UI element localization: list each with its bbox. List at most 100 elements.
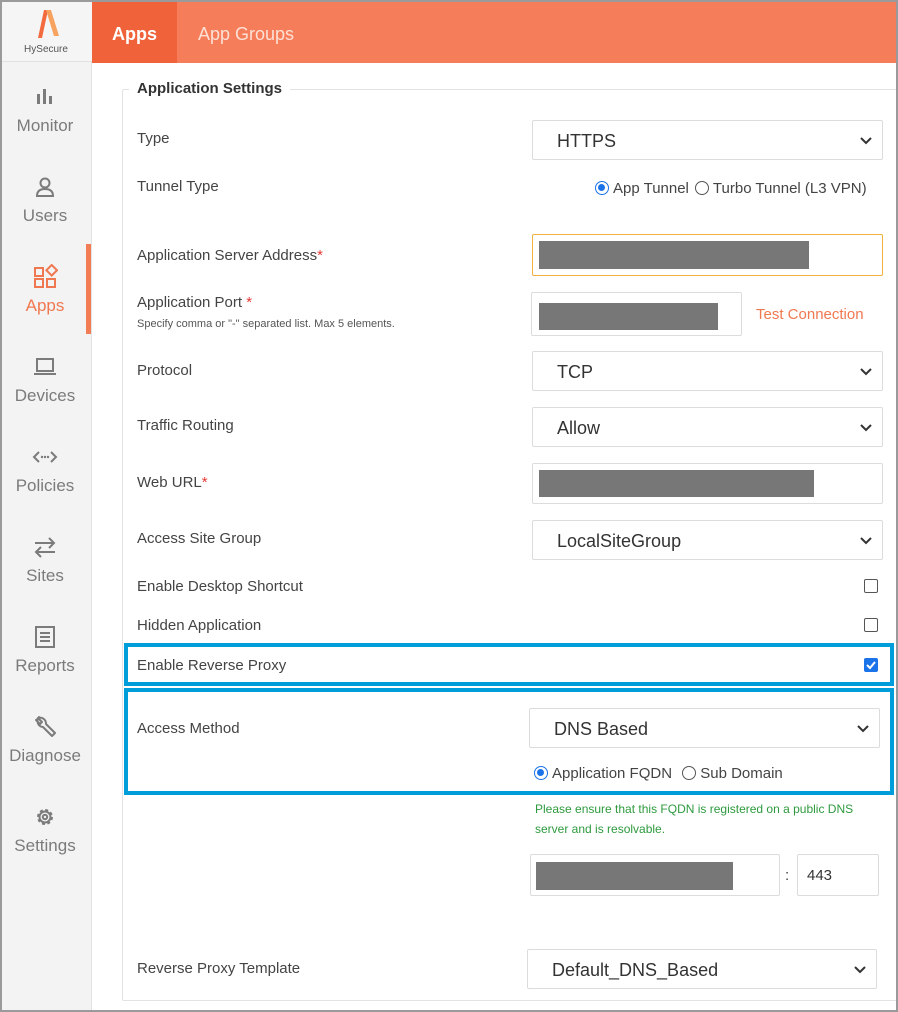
- chevron-down-icon: [857, 725, 869, 733]
- tunnel-type-label: Tunnel Type: [137, 178, 219, 195]
- apps-grid-icon: [34, 264, 58, 288]
- hidden-application-checkbox[interactable]: [864, 618, 878, 632]
- access-method-label: Access Method: [137, 720, 240, 737]
- fqdn-port-input[interactable]: 443: [797, 854, 879, 896]
- desktop-shortcut-checkbox[interactable]: [864, 579, 878, 593]
- type-value: HTTPS: [557, 131, 617, 151]
- laptop-icon: [34, 358, 56, 375]
- web-url-input[interactable]: [532, 463, 883, 504]
- chevron-down-icon: [860, 137, 872, 145]
- web-url-label: Web URL*: [137, 474, 208, 491]
- traffic-routing-label: Traffic Routing: [137, 417, 234, 434]
- protocol-value: TCP: [557, 362, 593, 382]
- reverse-proxy-template-select[interactable]: Default_DNS_Based: [527, 949, 877, 989]
- sidebar-item-label: Reports: [15, 656, 75, 675]
- sidebar-item-label: Sites: [26, 566, 64, 585]
- access-method-value: DNS Based: [554, 719, 649, 739]
- sidebar-item-users[interactable]: Users: [2, 174, 90, 264]
- sub-domain-label: Sub Domain: [700, 764, 783, 782]
- redacted-value: [539, 470, 814, 497]
- checkmark-icon: [866, 661, 876, 670]
- fqdn-input[interactable]: [530, 854, 780, 896]
- section-title: Application Settings: [129, 80, 291, 97]
- port-hint: Specify comma or "-" separated list. Max…: [137, 318, 395, 330]
- port-separator: :: [785, 867, 790, 884]
- app-tunnel-radio[interactable]: [595, 181, 609, 196]
- protocol-select[interactable]: TCP: [532, 351, 883, 391]
- application-fqdn-radio[interactable]: [534, 766, 548, 781]
- sidebar-item-label: Users: [22, 206, 68, 225]
- turbo-tunnel-radio[interactable]: [694, 181, 709, 196]
- server-address-input[interactable]: [532, 234, 883, 276]
- required-marker: *: [246, 294, 253, 311]
- traffic-routing-select[interactable]: Allow: [532, 407, 883, 447]
- tab-app-groups[interactable]: App Groups: [178, 2, 314, 63]
- reverse-proxy-template-label: Reverse Proxy Template: [137, 960, 301, 977]
- reverse-proxy-template-value: Default_DNS_Based: [552, 960, 719, 980]
- report-icon: [35, 626, 55, 648]
- user-icon: [35, 177, 55, 197]
- port-label: Application Port *: [137, 294, 252, 311]
- reverse-proxy-label: Enable Reverse Proxy: [137, 657, 287, 674]
- access-site-group-select[interactable]: LocalSiteGroup: [532, 520, 883, 560]
- chevron-down-icon: [860, 537, 872, 545]
- tunnel-type-radio-group: App Tunnel Turbo Tunnel (L3 VPN): [595, 179, 873, 197]
- sidebar-item-policies[interactable]: Policies: [2, 444, 90, 534]
- sidebar-item-label: Devices: [14, 386, 76, 405]
- test-connection-link[interactable]: Test Connection: [756, 306, 864, 323]
- fqdn-port-value: 443: [807, 867, 833, 884]
- chevron-down-icon: [860, 368, 872, 376]
- sub-domain-radio[interactable]: [682, 766, 697, 781]
- sidebar-item-monitor[interactable]: Monitor: [2, 84, 90, 174]
- gear-icon: [37, 809, 53, 825]
- swap-arrows-icon: [34, 537, 56, 558]
- sidebar-item-label: Settings: [14, 836, 76, 855]
- protocol-label: Protocol: [137, 362, 193, 379]
- code-arrows-icon: [32, 451, 58, 463]
- app-tunnel-label: App Tunnel: [613, 179, 689, 197]
- sidebar-item-label: Apps: [25, 296, 65, 315]
- app-window: HySecure Monitor Users Apps Devices Poli…: [0, 0, 898, 1012]
- desktop-shortcut-label: Enable Desktop Shortcut: [137, 578, 303, 595]
- redacted-value: [539, 303, 718, 330]
- sidebar-item-label: Policies: [15, 476, 75, 495]
- web-url-label-text: Web URL: [137, 474, 202, 491]
- application-fqdn-label: Application FQDN: [552, 764, 673, 782]
- sidebar-item-label: Monitor: [16, 116, 74, 135]
- brand-name: HySecure: [24, 44, 68, 55]
- access-site-group-label: Access Site Group: [137, 530, 262, 547]
- reverse-proxy-checkbox[interactable]: [864, 658, 878, 672]
- port-label-text: Application Port: [137, 294, 243, 311]
- sidebar-item-label: Diagnose: [9, 746, 81, 765]
- access-method-radio-group: Application FQDN Sub Domain: [534, 764, 789, 782]
- sidebar: HySecure Monitor Users Apps Devices Poli…: [2, 2, 92, 1010]
- bar-chart-icon: [37, 89, 52, 104]
- chevron-down-icon: [854, 966, 866, 974]
- turbo-tunnel-label: Turbo Tunnel (L3 VPN): [712, 179, 867, 197]
- server-address-label-text: Application Server Address: [137, 247, 318, 264]
- type-label: Type: [137, 130, 170, 147]
- fqdn-note: Please ensure that this FQDN is register…: [535, 802, 854, 836]
- access-site-group-value: LocalSiteGroup: [557, 531, 682, 551]
- traffic-routing-value: Allow: [557, 418, 601, 438]
- sidebar-item-diagnose[interactable]: Diagnose: [2, 714, 90, 804]
- redacted-value: [536, 862, 733, 890]
- hidden-application-label: Hidden Application: [137, 617, 262, 634]
- sidebar-item-reports[interactable]: Reports: [2, 624, 90, 714]
- required-marker: *: [201, 474, 208, 491]
- logo: HySecure: [2, 2, 92, 62]
- required-marker: *: [317, 247, 323, 264]
- type-select[interactable]: HTTPS: [532, 120, 883, 160]
- top-tab-bar: Apps App Groups: [92, 2, 896, 63]
- sidebar-item-apps[interactable]: Apps: [2, 244, 91, 354]
- port-input[interactable]: [531, 292, 742, 336]
- sidebar-item-sites[interactable]: Sites: [2, 534, 90, 624]
- redacted-value: [539, 241, 809, 269]
- sidebar-item-devices[interactable]: Devices: [2, 354, 90, 444]
- sidebar-item-settings[interactable]: Settings: [2, 804, 90, 894]
- server-address-label: Application Server Address*: [137, 247, 323, 264]
- chevron-down-icon: [860, 424, 872, 432]
- tab-apps[interactable]: Apps: [92, 2, 177, 63]
- wrench-icon: [35, 716, 56, 737]
- access-method-select[interactable]: DNS Based: [529, 708, 880, 748]
